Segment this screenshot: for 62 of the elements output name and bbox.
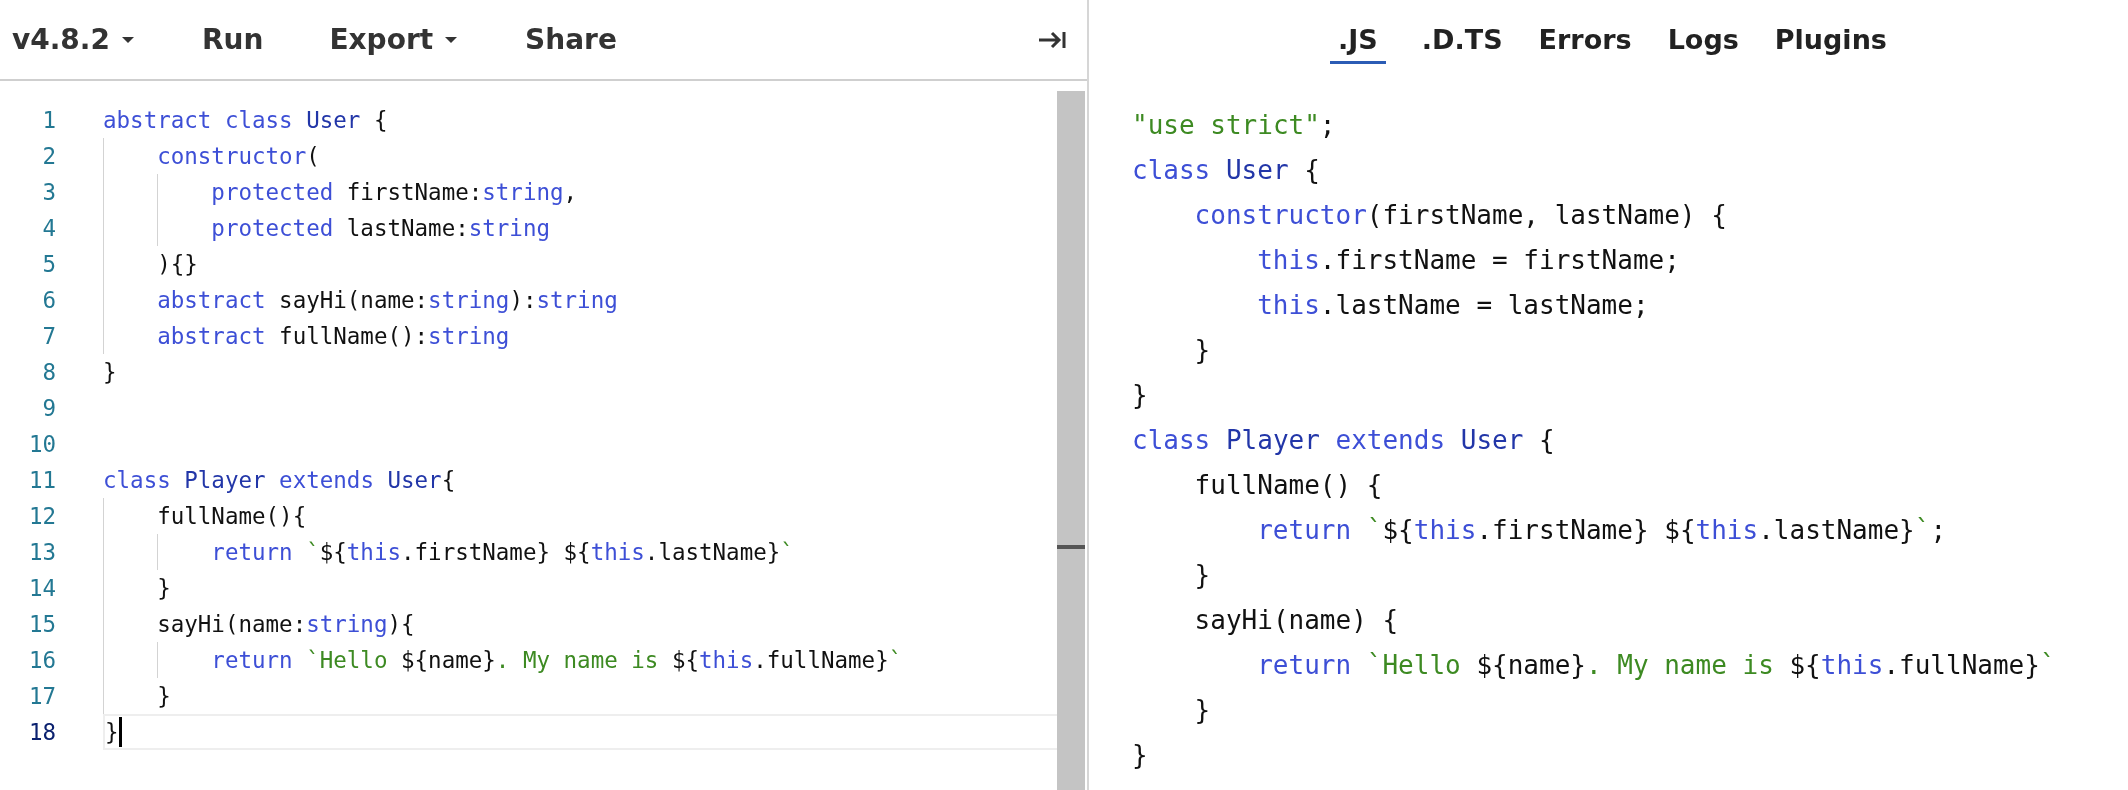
- line-number: 9: [41, 395, 56, 421]
- line-number: 3: [41, 179, 56, 205]
- code-line: return `Hello ${name}. My name is ${this.fullName}`: [1257, 649, 2056, 680]
- line-number: 1: [41, 107, 56, 133]
- code-line: abstract sayHi(name:string):string: [157, 287, 618, 313]
- code-line: protected firstName:string,: [211, 179, 578, 205]
- line-number: 12: [27, 503, 56, 529]
- line-number: 18: [27, 719, 56, 745]
- output-tab[interactable]: Logs: [1667, 16, 1739, 64]
- code-line: fullName() {: [1194, 469, 1383, 500]
- code-line: constructor(firstName, lastName) {: [1194, 199, 1727, 230]
- line-number: 5: [41, 251, 56, 277]
- output-tab[interactable]: Plugins: [1774, 16, 1887, 64]
- code-line: protected lastName:string: [211, 215, 550, 241]
- code-line: class Player extends User {: [1132, 424, 1555, 455]
- code-line: class User {: [1132, 154, 1320, 185]
- line-number: 6: [41, 287, 56, 313]
- code-line: constructor(: [157, 143, 320, 169]
- code-line: fullName(){: [157, 503, 307, 529]
- code-line: }: [1194, 694, 1211, 725]
- line-number: 17: [27, 683, 56, 709]
- code-line: return `${this.firstName} ${this.lastName}`;: [1257, 514, 1947, 545]
- line-number: 4: [41, 215, 56, 241]
- code-line: return `${this.firstName} ${this.lastName}`: [211, 539, 794, 565]
- line-number: 7: [41, 323, 56, 349]
- code-line: abstract class User {: [103, 107, 388, 133]
- code-line: abstract fullName():string: [157, 323, 510, 349]
- code-line: }: [105, 719, 119, 745]
- scrollbar[interactable]: [1057, 91, 1085, 790]
- text-cursor: [118, 717, 122, 747]
- code-line: }: [1194, 334, 1211, 365]
- line-number: 16: [27, 647, 56, 673]
- code-line: }: [103, 359, 117, 385]
- code-line: }: [1132, 379, 1148, 410]
- code-line: }: [1194, 559, 1211, 590]
- caret-icon: [443, 34, 460, 45]
- caret-icon: [120, 34, 136, 45]
- code-line: }: [157, 683, 171, 709]
- code-line: return `Hello ${name}. My name is ${this.fullName}`: [211, 647, 903, 673]
- code-line: this.lastName = lastName;: [1257, 289, 1649, 320]
- code-line: "use strict";: [1132, 109, 1336, 140]
- line-number: 11: [27, 467, 56, 493]
- code-line: this.firstName = firstName;: [1257, 244, 1680, 275]
- output-tab[interactable]: .JS: [1330, 16, 1386, 64]
- line-number: 13: [27, 539, 56, 565]
- output-tab[interactable]: .D.TS: [1421, 16, 1503, 64]
- output-tab[interactable]: Errors: [1538, 16, 1632, 64]
- toolbar-button[interactable]: Run: [202, 17, 264, 62]
- code-line: ){}: [157, 251, 198, 277]
- export-dropdown[interactable]: Export: [329, 17, 460, 62]
- code-line: sayHi(name:string){: [157, 611, 415, 637]
- toolbar-button[interactable]: Share: [525, 17, 617, 62]
- line-number: 14: [27, 575, 56, 601]
- code-line: }: [157, 575, 171, 601]
- code-line: class Player extends User{: [103, 467, 456, 493]
- line-number: 10: [27, 431, 56, 457]
- code-line: sayHi(name) {: [1194, 604, 1399, 635]
- line-number: 8: [41, 359, 56, 385]
- code-line: }: [1132, 739, 1148, 770]
- line-number: 2: [41, 143, 56, 169]
- version-dropdown[interactable]: v4.8.2: [12, 17, 136, 62]
- line-number: 15: [27, 611, 56, 637]
